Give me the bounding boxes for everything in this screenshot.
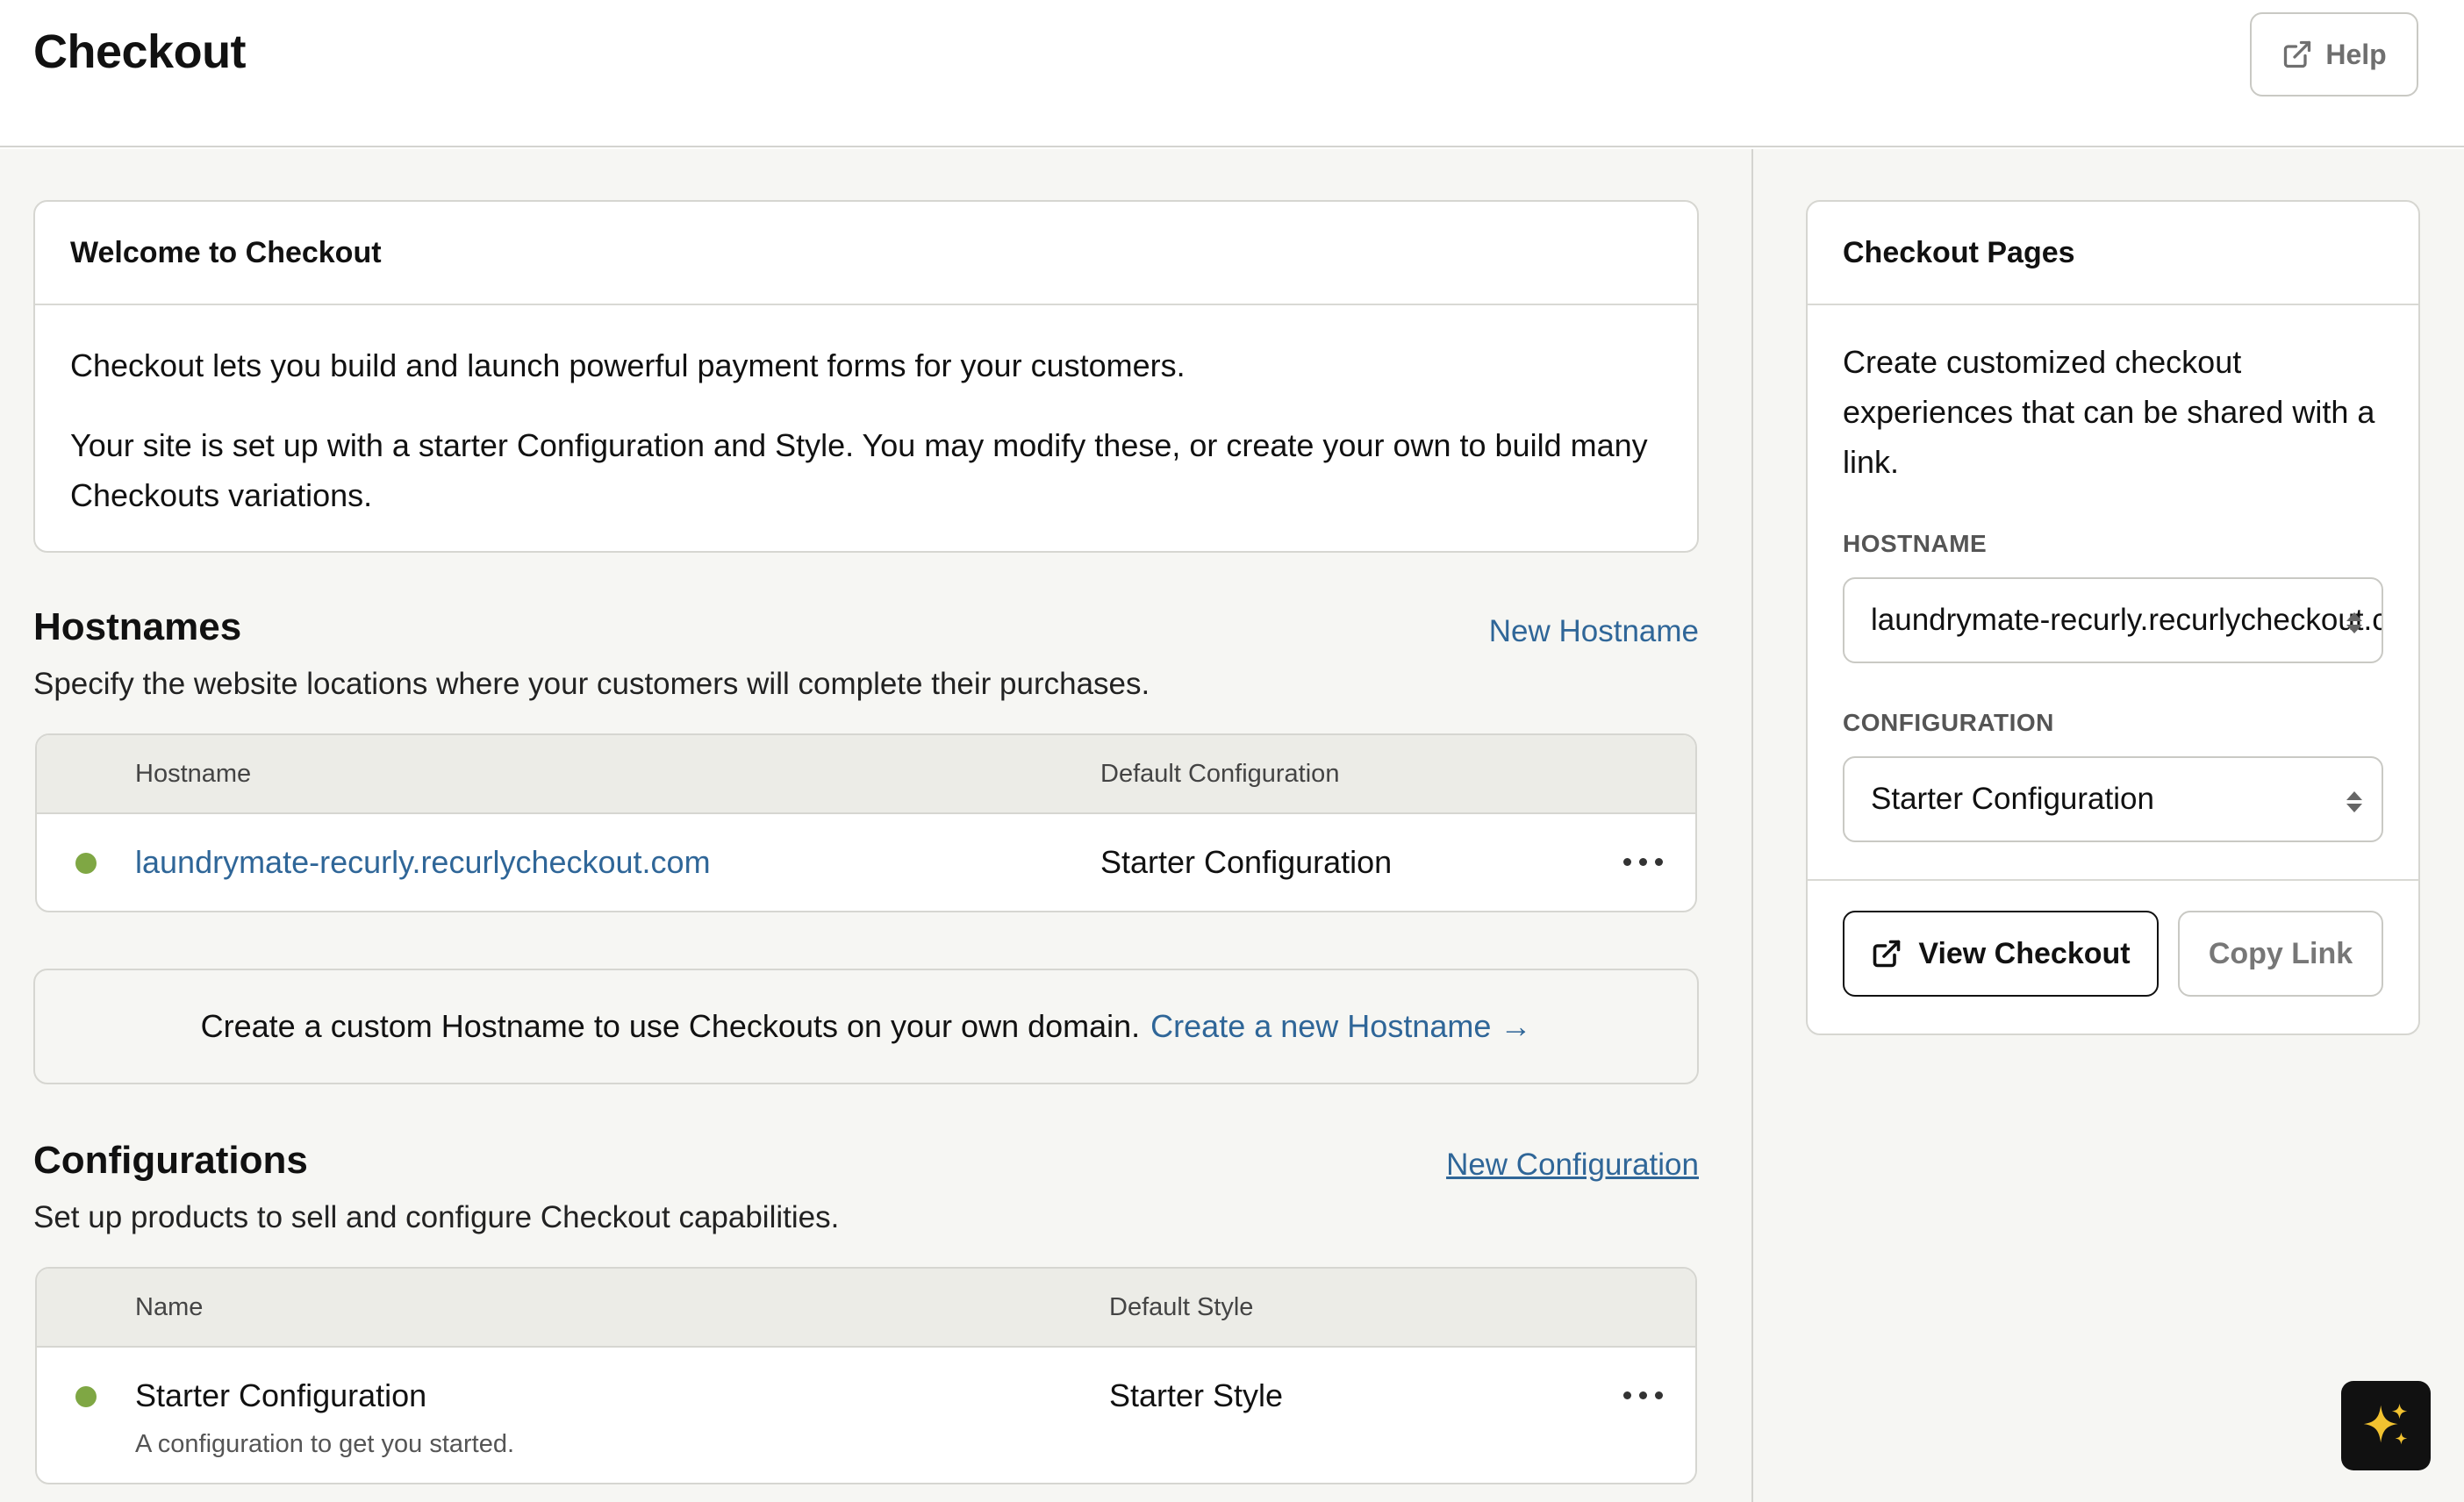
- welcome-paragraph-2-line-1: Your site is set up with a starter Confi…: [70, 427, 1648, 463]
- configurations-title: Configurations: [33, 1139, 308, 1182]
- sparkles-icon: [2363, 1403, 2408, 1445]
- chevron-up-down-icon: [2346, 612, 2362, 633]
- checkout-pages-title: Checkout Pages: [1808, 202, 2418, 305]
- welcome-paragraph-1: Checkout lets you build and launch power…: [70, 347, 1185, 383]
- external-link-icon: [2284, 40, 2311, 68]
- configurations-table: Name Default Style Starter Configuration…: [35, 1267, 1697, 1484]
- more-horizontal-icon[interactable]: [1623, 1391, 1663, 1399]
- new-hostname-link[interactable]: New Hostname: [1316, 614, 1699, 649]
- copy-link-label: Copy Link: [2208, 936, 2353, 970]
- custom-hostname-banner: Create a custom Hostname to use Checkout…: [33, 969, 1699, 1084]
- more-horizontal-icon[interactable]: [1623, 858, 1663, 866]
- hostname-select[interactable]: laundrymate-recurly.recurlycheckout.com: [1843, 577, 2383, 663]
- description-line-2: experiences that can be shared with a: [1843, 394, 2375, 430]
- banner-text: Create a custom Hostname to use Checkout…: [200, 1008, 1141, 1044]
- configuration-select[interactable]: Starter Configuration: [1843, 756, 2383, 842]
- hostnames-title: Hostnames: [33, 605, 242, 648]
- welcome-card-body: Checkout lets you build and launch power…: [35, 305, 1697, 555]
- hostname-field-label: HOSTNAME: [1843, 530, 1988, 557]
- assistant-button[interactable]: [2341, 1381, 2431, 1470]
- welcome-card-title: Welcome to Checkout: [35, 202, 1697, 305]
- card-divider: [1808, 879, 2418, 881]
- hostnames-table-header: Hostname Default Configuration: [37, 735, 1695, 814]
- hostnames-subtitle: Specify the website locations where your…: [33, 667, 1150, 701]
- external-link-icon: [1873, 940, 1901, 968]
- column-header-default-style: Default Style: [1109, 1293, 1254, 1321]
- column-header-hostname: Hostname: [135, 760, 252, 788]
- column-header-name: Name: [135, 1293, 204, 1321]
- welcome-paragraph-2-line-2: Checkouts variations.: [70, 477, 373, 513]
- configuration-name[interactable]: Starter Configuration: [135, 1377, 426, 1414]
- description-line-1: Create customized checkout: [1843, 344, 2242, 380]
- configurations-subtitle: Set up products to sell and configure Ch…: [33, 1200, 840, 1234]
- hostname-select-value: laundrymate-recurly.recurlycheckout.com: [1871, 603, 2383, 637]
- status-active-dot: [75, 1386, 97, 1407]
- page-header: Checkout Help: [0, 0, 2464, 147]
- hostnames-table: Hostname Default Configuration laundryma…: [35, 733, 1697, 912]
- table-row: laundrymate-recurly.recurlycheckout.com …: [37, 814, 1695, 911]
- hostname-link[interactable]: laundrymate-recurly.recurlycheckout.com: [135, 844, 711, 881]
- welcome-paragraph-2: Your site is set up with a starter Confi…: [70, 420, 1662, 520]
- copy-link-button[interactable]: Copy Link: [2178, 911, 2383, 997]
- page-title: Checkout: [33, 25, 247, 78]
- column-header-default-configuration: Default Configuration: [1100, 760, 1340, 788]
- configuration-default-style: Starter Style: [1109, 1377, 1284, 1413]
- checkout-pages-description: Create customized checkout experiences t…: [1843, 337, 2374, 487]
- configuration-select-value: Starter Configuration: [1871, 782, 2154, 816]
- help-button[interactable]: Help: [2250, 12, 2418, 97]
- description-line-3: link.: [1843, 444, 1900, 480]
- configurations-table-header: Name Default Style: [37, 1269, 1695, 1348]
- configuration-field-label: CONFIGURATION: [1843, 709, 2054, 736]
- help-button-label: Help: [2325, 38, 2387, 70]
- create-hostname-link[interactable]: Create a new Hostname →: [1150, 1008, 1531, 1045]
- view-checkout-button[interactable]: View Checkout: [1843, 911, 2159, 997]
- configuration-description: A configuration to get you started.: [135, 1430, 515, 1458]
- status-active-dot: [75, 853, 97, 874]
- new-configuration-link[interactable]: New Configuration: [1316, 1148, 1699, 1183]
- welcome-card: Welcome to Checkout Checkout lets you bu…: [33, 200, 1699, 553]
- table-row: Starter Configuration A configuration to…: [37, 1348, 1695, 1479]
- hostname-default-configuration: Starter Configuration: [1100, 844, 1393, 880]
- view-checkout-label: View Checkout: [1918, 936, 2131, 970]
- chevron-up-down-icon: [2346, 791, 2362, 812]
